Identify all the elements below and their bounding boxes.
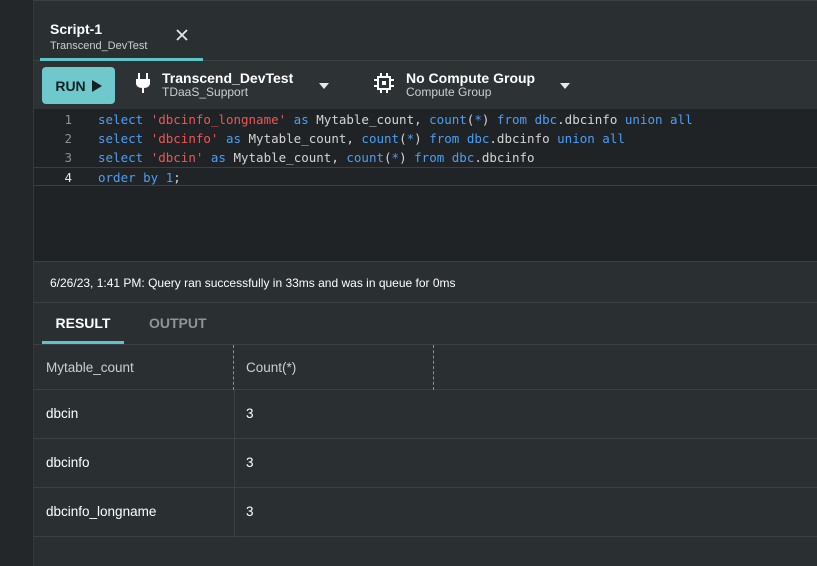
compute-group-sub: Compute Group	[406, 85, 492, 99]
table-cell[interactable]: dbcin	[34, 390, 78, 438]
sql-editor[interactable]: 1 select 'dbcinfo_longname' as Mytable_co…	[34, 109, 817, 261]
code-token: 'dbcin'	[150, 150, 204, 165]
code-token: count	[346, 150, 385, 165]
table-cell[interactable]: dbcinfo_longname	[34, 488, 156, 536]
code-text[interactable]: order by 1;	[98, 168, 181, 187]
code-token: as	[218, 131, 249, 146]
code-token: as	[203, 150, 234, 165]
code-token: 'dbcinfo_longname'	[150, 112, 287, 127]
connection-sub: TDaaS_Support	[162, 85, 249, 99]
chevron-down-icon[interactable]	[319, 83, 329, 89]
close-icon[interactable]	[174, 27, 190, 43]
code-token: dbc	[534, 112, 558, 127]
code-token: (	[384, 150, 392, 165]
grid-header: Mytable_count Count(*)	[34, 344, 817, 390]
compute-group-name: No Compute Group	[406, 70, 536, 86]
code-token: count	[429, 112, 467, 127]
code-token: *	[391, 150, 400, 165]
code-token: Mytable_count,	[248, 131, 362, 146]
code-token: )	[481, 112, 497, 127]
code-token: *	[406, 131, 415, 146]
line-number: 1	[64, 112, 72, 127]
code-token: dbc	[451, 150, 475, 165]
code-token: order by	[98, 170, 166, 185]
chevron-down-icon[interactable]	[560, 83, 570, 89]
compute-group-selector[interactable]: No Compute Group Compute Group	[372, 68, 535, 102]
code-token: 'dbcinfo'	[150, 131, 219, 146]
result-tabs: RESULT OUTPUT	[34, 303, 817, 344]
tab-output-label: OUTPUT	[149, 315, 207, 331]
code-token: union all	[557, 131, 625, 146]
code-token: )	[414, 131, 430, 146]
table-row[interactable]: dbcinfo_longname 3	[34, 488, 817, 537]
tab-result-label: RESULT	[55, 315, 111, 331]
run-button-label: RUN	[55, 77, 86, 94]
code-token: Mytable_count,	[233, 150, 347, 165]
code-text[interactable]: select 'dbcin' as Mytable_count, count(*…	[98, 148, 535, 167]
table-row[interactable]: dbcin 3	[34, 390, 817, 439]
status-message: 6/26/23, 1:41 PM: Query ran successfully…	[50, 276, 456, 290]
column-header[interactable]: Count(*)	[234, 345, 434, 390]
line-number: 2	[64, 131, 72, 146]
status-bar: 6/26/23, 1:41 PM: Query ran successfully…	[34, 261, 817, 303]
code-token: .dbcinfo	[557, 112, 625, 127]
run-button[interactable]: RUN	[42, 67, 115, 104]
connection-selector[interactable]: Transcend_DevTest TDaaS_Support	[134, 68, 293, 102]
left-rail	[0, 0, 34, 566]
code-token: select	[98, 150, 151, 165]
table-cell[interactable]: 3	[234, 439, 254, 487]
column-header[interactable]: Mytable_count	[34, 345, 234, 390]
code-token: as	[286, 112, 317, 127]
tab-result[interactable]: RESULT	[42, 303, 124, 344]
main-panel: Script-1 Transcend_DevTest RUN Transcend…	[34, 0, 817, 566]
code-token: union all	[624, 112, 693, 127]
code-token: from	[414, 150, 452, 165]
chip-icon	[372, 71, 396, 100]
play-icon	[91, 79, 102, 92]
plug-icon	[134, 72, 152, 99]
code-token: )	[399, 150, 415, 165]
code-line[interactable]: 2 select 'dbcinfo' as Mytable_count, coun…	[34, 129, 817, 148]
code-token: .dbcinfo	[474, 150, 535, 165]
code-line[interactable]: 4 order by 1;	[34, 167, 817, 186]
code-token: .dbcinfo	[489, 131, 558, 146]
column-divider[interactable]	[433, 345, 434, 390]
tab-title: Script-1	[50, 21, 103, 37]
table-cell[interactable]: dbcinfo	[34, 439, 90, 487]
code-token: from	[429, 131, 467, 146]
column-divider	[234, 390, 235, 538]
tab-subtitle: Transcend_DevTest	[50, 40, 148, 52]
code-token: select	[98, 131, 151, 146]
table-cell[interactable]: 3	[234, 488, 254, 536]
code-token: dbc	[466, 131, 490, 146]
code-text[interactable]: select 'dbcinfo_longname' as Mytable_cou…	[98, 110, 693, 129]
code-token: Mytable_count,	[316, 112, 430, 127]
table-row[interactable]: dbcinfo 3	[34, 439, 817, 488]
result-grid: Mytable_count Count(*) dbcin 3 dbcinfo 3…	[34, 344, 817, 538]
code-token: from	[496, 112, 535, 127]
code-token: ;	[173, 170, 181, 185]
tab-bar: Script-1 Transcend_DevTest	[34, 0, 817, 61]
tab-output[interactable]: OUTPUT	[149, 303, 207, 344]
code-text[interactable]: select 'dbcinfo' as Mytable_count, count…	[98, 129, 625, 148]
code-token: count	[361, 131, 400, 146]
tab-script-1[interactable]: Script-1 Transcend_DevTest	[40, 11, 203, 61]
code-token: *	[474, 112, 482, 127]
code-line[interactable]: 1 select 'dbcinfo_longname' as Mytable_co…	[34, 110, 817, 129]
code-token: (	[399, 131, 407, 146]
table-cell[interactable]: 3	[234, 390, 254, 438]
line-number: 4	[64, 170, 72, 185]
connection-name: Transcend_DevTest	[162, 70, 294, 86]
toolbar: RUN Transcend_DevTest TDaaS_Support No C…	[34, 61, 817, 109]
code-token: select	[98, 112, 151, 127]
code-line[interactable]: 3 select 'dbcin' as Mytable_count, count(…	[34, 148, 817, 167]
line-number: 3	[64, 150, 72, 165]
